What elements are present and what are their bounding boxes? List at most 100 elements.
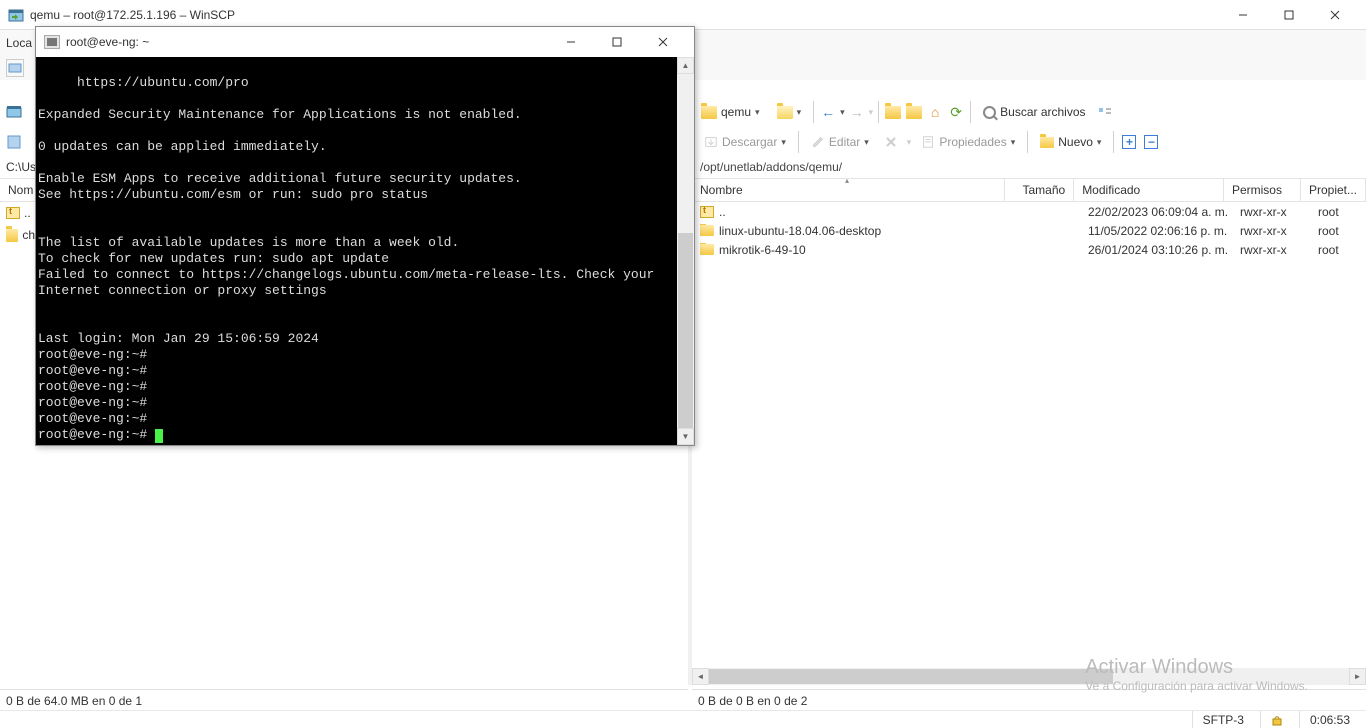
filter-icon (1097, 104, 1113, 120)
nav-forward-button[interactable]: → (848, 103, 866, 121)
remote-file-header: Nombre ▴ Tamaño Modificado Permisos Prop… (692, 178, 1366, 202)
folder-root-icon (906, 106, 922, 119)
arrow-left-icon: ← (821, 104, 835, 120)
local-path-stub: C:\Us (0, 156, 35, 178)
separator (813, 101, 814, 123)
folder-up-icon (885, 106, 901, 119)
edit-button[interactable]: Editar ▾ (805, 132, 875, 152)
delete-button[interactable] (879, 133, 903, 151)
folder-icon (700, 225, 714, 236)
terminal-maximize-button[interactable] (594, 27, 640, 57)
folder-new-icon (1040, 137, 1054, 148)
terminal-minimize-button[interactable] (548, 27, 594, 57)
terminal-close-button[interactable] (640, 27, 686, 57)
terminal-title: root@eve-ng: ~ (66, 35, 548, 49)
remote-panel: qemu ▾ ▾ ← ▾ → ▾ ⌂ ⟳ Buscar archivos Des… (692, 96, 1366, 685)
terminal-output[interactable]: https://ubuntu.com/pro Expanded Security… (36, 57, 694, 445)
disk-icon[interactable] (6, 104, 22, 120)
col-header-owner[interactable]: Propiet... (1301, 179, 1366, 201)
separator (798, 131, 799, 153)
properties-button[interactable]: Propiedades ▾ (915, 132, 1021, 152)
sort-indicator-icon: ▴ (845, 176, 849, 185)
file-row-parent[interactable]: .. 22/02/2023 06:09:04 a. m. rwxr-xr-x r… (692, 202, 1366, 221)
window-title: qemu – root@172.25.1.196 – WinSCP (30, 8, 1220, 22)
arrow-right-icon: → (850, 104, 864, 120)
status-local-text: 0 B de 64.0 MB en 0 de 1 (6, 694, 142, 708)
folder-icon (700, 244, 714, 255)
file-row[interactable]: mikrotik-6-49-10 26/01/2024 03:10:26 p. … (692, 240, 1366, 259)
menu-local-stub[interactable]: Loca (6, 36, 32, 50)
local-folder-row[interactable]: ch (0, 224, 35, 246)
scroll-track[interactable] (677, 74, 694, 428)
folder-root-button[interactable] (905, 103, 923, 121)
terminal-scrollbar[interactable]: ▲ ▼ (677, 57, 694, 445)
edit-icon (811, 135, 825, 149)
new-folder-dropdown[interactable]: ▾ (770, 103, 809, 122)
find-files-button[interactable]: Buscar archivos (976, 102, 1092, 122)
status-lock (1260, 711, 1293, 728)
search-icon (983, 106, 996, 119)
properties-icon (921, 135, 935, 149)
terminal-window[interactable]: root@eve-ng: ~ https://ubuntu.com/pro Ex… (35, 26, 695, 446)
home-button[interactable]: ⌂ (926, 103, 944, 121)
refresh-button[interactable]: ⟳ (947, 103, 965, 121)
main-window-controls (1220, 0, 1358, 30)
minimize-button[interactable] (1220, 0, 1266, 30)
folder-starred-icon (777, 106, 793, 119)
chevron-down-icon[interactable]: ▾ (840, 107, 845, 118)
local-col-name[interactable]: Nom (0, 178, 35, 202)
plus-icon: + (1122, 135, 1136, 149)
minus-icon: − (1144, 135, 1158, 149)
new-button[interactable]: Nuevo ▾ (1034, 132, 1107, 152)
scroll-down-button[interactable]: ▼ (677, 428, 694, 445)
folder-up-button[interactable] (884, 103, 902, 121)
separator (1113, 131, 1114, 153)
folder-icon (701, 106, 717, 119)
home-icon: ⌂ (931, 104, 939, 120)
status-protocol: SFTP-3 (1192, 711, 1254, 728)
delete-icon (885, 136, 897, 148)
scroll-thumb[interactable] (678, 233, 693, 428)
sync-icon[interactable] (6, 59, 24, 77)
remote-folder-picker[interactable]: qemu ▾ (694, 102, 767, 122)
local-parent-row[interactable]: .. (0, 202, 35, 224)
col-header-size[interactable]: Tamaño (1005, 179, 1074, 201)
remote-path-bar[interactable]: /opt/unetlab/addons/qemu/ (692, 156, 1366, 178)
remote-file-list[interactable]: .. 22/02/2023 06:09:04 a. m. rwxr-xr-x r… (692, 202, 1366, 668)
terminal-titlebar[interactable]: root@eve-ng: ~ (36, 27, 694, 57)
remote-action-bar: Descargar ▾ Editar ▾ ▾ Propiedades ▾ Nue… (692, 128, 1366, 156)
scroll-thumb[interactable] (709, 669, 1113, 684)
winscp-icon (8, 7, 24, 23)
remote-hscrollbar[interactable]: ◄ ► (692, 668, 1366, 685)
filter-button[interactable] (1096, 103, 1114, 121)
terminal-window-controls (548, 27, 686, 57)
refresh-icon: ⟳ (950, 104, 962, 121)
maximize-button[interactable] (1266, 0, 1312, 30)
close-button[interactable] (1312, 0, 1358, 30)
scroll-left-button[interactable]: ◄ (692, 668, 709, 685)
status-bar-remote: 0 B de 0 B en 0 de 2 (692, 689, 1366, 711)
status-bar-local: 0 B de 64.0 MB en 0 de 1 (0, 689, 688, 711)
remote-path: /opt/unetlab/addons/qemu/ (700, 160, 842, 174)
collapse-all-button[interactable]: − (1142, 133, 1160, 151)
separator (970, 101, 971, 123)
expand-all-button[interactable]: + (1120, 133, 1138, 151)
chevron-down-icon: ▾ (1097, 137, 1102, 148)
find-files-label: Buscar archivos (1000, 105, 1085, 119)
chevron-down-icon: ▾ (907, 137, 912, 148)
local-panel-stub: C:\Us Nom .. ch (0, 96, 35, 685)
parent-folder-icon (6, 207, 20, 219)
chevron-down-icon: ▾ (1011, 137, 1016, 148)
terminal-cursor (155, 429, 163, 443)
chevron-down-icon: ▾ (869, 107, 874, 118)
parent-folder-icon (700, 206, 714, 218)
scroll-right-button[interactable]: ► (1349, 668, 1366, 685)
download-button[interactable]: Descargar ▾ (698, 132, 792, 152)
col-header-perms[interactable]: Permisos (1224, 179, 1301, 201)
nav-back-button[interactable]: ← (819, 103, 837, 121)
status-time: 0:06:53 (1299, 711, 1360, 728)
scroll-up-button[interactable]: ▲ (677, 57, 694, 74)
file-row[interactable]: linux-ubuntu-18.04.06-desktop 11/05/2022… (692, 221, 1366, 240)
upload-icon[interactable] (6, 134, 22, 150)
col-header-modified[interactable]: Modificado (1074, 179, 1224, 201)
